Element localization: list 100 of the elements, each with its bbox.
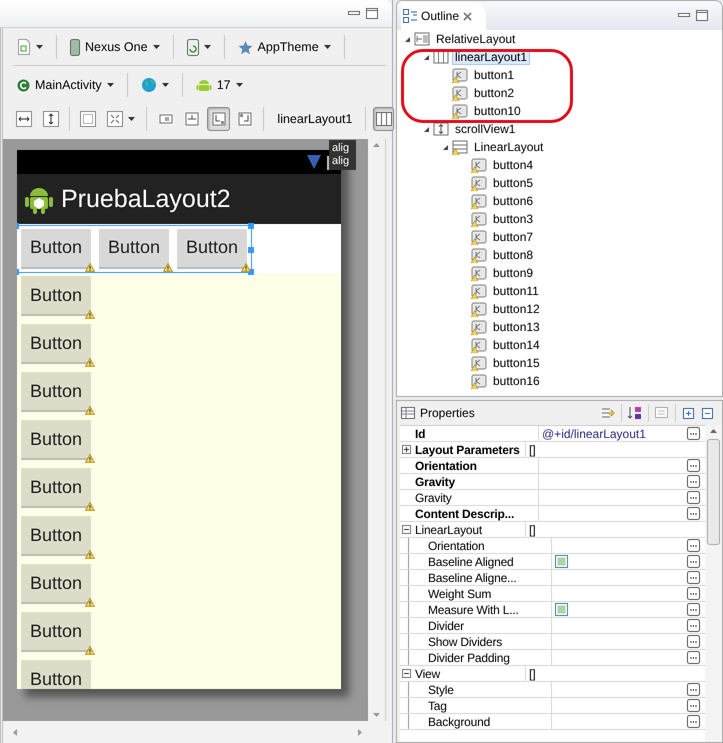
maximize-icon[interactable] [696,10,708,21]
button[interactable]: Button [21,612,91,652]
selection-label: linearLayout1 [276,112,354,126]
tree-item[interactable]: button5 [490,175,536,191]
tree-item[interactable]: RelativeLayout [433,31,518,47]
rows-icon [452,139,468,155]
collapse-all-icon[interactable] [700,406,714,420]
phone-icon [70,38,80,56]
minimize-icon[interactable] [678,13,690,18]
button[interactable]: Button [21,372,91,412]
more-button[interactable] [687,539,700,552]
button[interactable]: Button [21,660,91,689]
button[interactable]: Button [21,564,91,604]
button[interactable]: Button [21,324,91,364]
scroll-up-icon[interactable] [710,429,717,433]
button-widget-icon [452,85,468,101]
tree-item[interactable]: button10 [471,103,524,119]
button[interactable]: Button [21,228,91,268]
android-icon [196,77,212,93]
resize-handle[interactable] [248,246,254,252]
caret-icon[interactable] [36,45,43,49]
caret-icon[interactable] [324,45,331,49]
more-button[interactable] [687,475,700,488]
more-button[interactable] [687,491,700,504]
expand-toggle-icon[interactable] [404,36,410,42]
more-button[interactable] [687,507,700,520]
expand-toggle-icon[interactable] [442,144,448,150]
caret-icon[interactable] [106,83,114,87]
collapse-icon[interactable] [402,669,411,678]
columns-icon [433,49,449,65]
more-button[interactable] [687,555,700,568]
tree-item[interactable]: button8 [490,247,536,263]
scroll-up-icon[interactable] [373,143,380,147]
tree-item[interactable]: button9 [490,265,536,281]
button[interactable]: Button [21,276,91,316]
more-button[interactable] [687,427,700,440]
collapse-icon[interactable] [402,525,411,534]
property-name: LinearLayout [415,522,482,536]
device-menu[interactable]: Nexus One [66,36,164,58]
activity-menu[interactable]: MainActivity [13,75,118,95]
button[interactable]: Button [21,420,91,460]
tree-item[interactable]: button16 [490,373,543,389]
property-name: Id [415,426,426,440]
tree-item[interactable]: button13 [490,319,543,335]
caret-icon[interactable] [236,83,243,87]
warning-icon [85,550,95,559]
tree-item[interactable]: button12 [490,301,543,317]
outline-tab[interactable]: Outline [401,2,486,30]
app-title: PruebaLayout2 [61,184,231,214]
scroll-left-icon[interactable] [13,728,17,736]
more-button[interactable] [687,619,700,632]
caret-icon[interactable] [152,45,160,49]
caret-icon[interactable] [162,83,169,87]
caret-icon[interactable] [128,117,136,121]
checkbox[interactable] [555,555,568,568]
tree-item[interactable]: button11 [490,283,542,299]
maximize-icon[interactable] [366,8,378,19]
tree-item[interactable]: button2 [471,85,518,101]
tree-item[interactable]: button3 [490,211,536,227]
selection-frame[interactable]: Button Button Button [17,224,252,272]
button[interactable]: Button [21,468,91,508]
button-widget-icon [471,301,487,317]
tree-item[interactable]: button14 [490,337,543,353]
theme-menu[interactable]: AppTheme [234,36,335,58]
tree-item[interactable]: button6 [490,193,536,209]
expand-toggle-icon[interactable] [422,126,430,132]
file-icon [17,39,31,55]
layout-action-button[interactable] [207,107,230,131]
more-button[interactable] [687,683,700,696]
close-icon[interactable] [463,12,472,20]
tree-item[interactable]: button15 [490,355,543,371]
more-button[interactable] [687,459,700,472]
scroll-down-icon[interactable] [373,713,380,717]
tree-item[interactable]: button1 [471,67,518,83]
sort-icon[interactable] [627,405,643,421]
minimize-icon[interactable] [348,11,360,16]
expand-icon[interactable] [402,445,411,454]
more-button[interactable] [687,699,700,712]
api-level-menu[interactable]: 17 [192,74,247,96]
tree-item[interactable]: scrollView1 [452,121,518,137]
more-button[interactable] [687,587,700,600]
caret-icon[interactable] [204,45,211,49]
rotate-icon [186,38,199,56]
scroll-right-icon[interactable] [358,728,362,736]
checkbox[interactable] [555,603,568,616]
tree-item[interactable]: button7 [490,229,536,245]
button[interactable]: Button [99,228,169,268]
more-button[interactable] [687,651,700,664]
tree-item[interactable]: LinearLayout [471,139,546,155]
more-button[interactable] [687,571,700,584]
more-button[interactable] [687,603,700,616]
button[interactable]: Button [177,228,247,268]
expand-toggle-icon[interactable] [422,54,430,60]
tree-item[interactable]: button4 [490,157,536,173]
more-button[interactable] [687,635,700,648]
vertical-scrollbar[interactable] [705,425,722,742]
view-toggle-button[interactable] [373,107,394,131]
expand-all-icon[interactable] [681,406,695,420]
more-button[interactable] [687,715,700,728]
button[interactable]: Button [21,516,91,556]
